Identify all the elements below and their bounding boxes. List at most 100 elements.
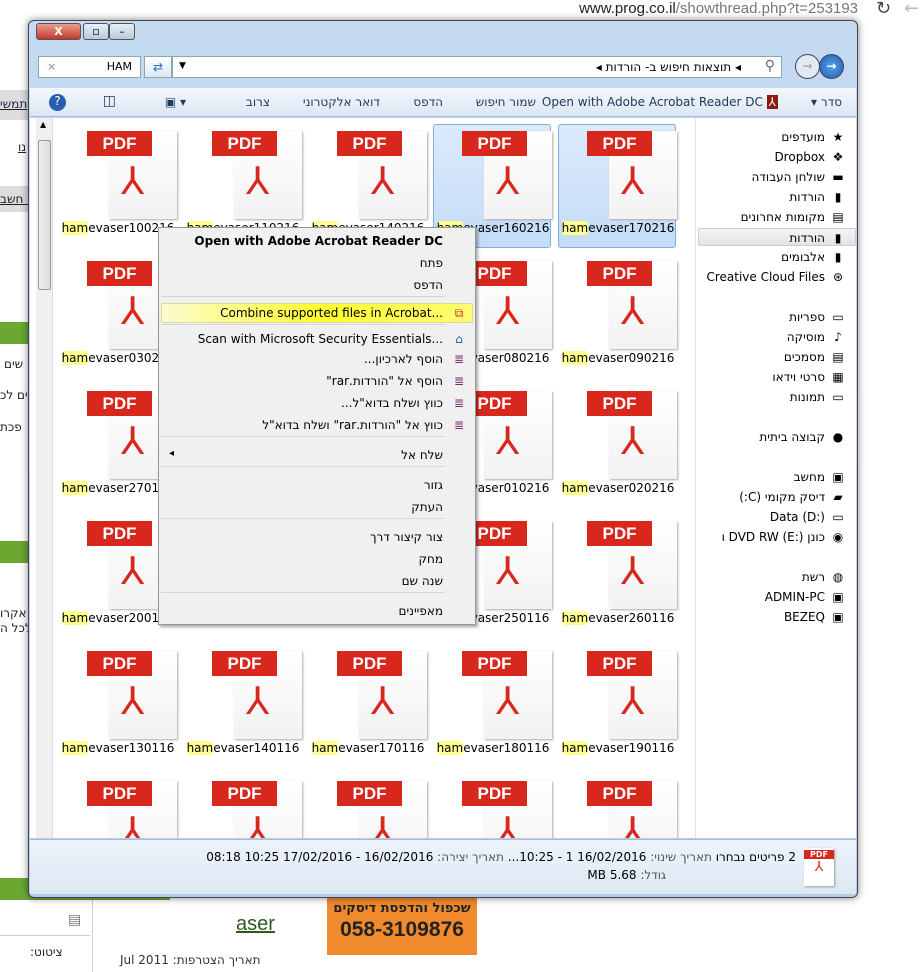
help-icon[interactable]: ? bbox=[49, 94, 66, 111]
address-bar[interactable]: ⚲ ◂ תוצאות חיפוש ב- הורדות ◂ ▼ bbox=[172, 56, 782, 78]
menu-item[interactable]: גזור bbox=[424, 474, 443, 496]
file-item[interactable]: PDF ⅄ hamevaser140116 bbox=[183, 644, 302, 768]
reload-icon[interactable]: ↻ bbox=[876, 0, 891, 19]
file-item[interactable]: PDF ⅄ hamevaser190116 bbox=[558, 644, 677, 768]
save-search-button[interactable]: שמור חיפוש bbox=[476, 95, 536, 109]
acrobat-symbol-icon: ⅄ bbox=[121, 289, 145, 333]
file-name: hamevaser170216 bbox=[559, 221, 677, 235]
file-item[interactable]: PDF ⅄ hamevaser020216 bbox=[558, 384, 677, 508]
nav-item[interactable]: ♪ מוסיקה bbox=[787, 328, 846, 346]
open-with-acrobat-button[interactable]: ⅄ Open with Adobe Acrobat Reader DC bbox=[542, 95, 778, 109]
close-button[interactable]: X bbox=[36, 23, 81, 40]
file-name: hamevaser140116 bbox=[184, 741, 302, 755]
nav-item-label: שולחן העבודה bbox=[751, 170, 825, 184]
file-item[interactable]: PDF ⅄ bbox=[58, 774, 177, 838]
menu-item[interactable]: ...Scan with Microsoft Security Essentia… bbox=[198, 328, 443, 350]
scrollbar-thumb[interactable] bbox=[38, 140, 51, 290]
nav-item-label: מועדפים bbox=[781, 130, 825, 144]
back-button[interactable]: → bbox=[819, 54, 844, 79]
scroll-up-icon[interactable]: ▲ bbox=[40, 120, 46, 129]
nav-item[interactable]: ▭ ספריות bbox=[789, 308, 846, 326]
menu-item[interactable]: צור קיצור דרך bbox=[370, 526, 443, 548]
change-view-button[interactable]: ▾ ▣ bbox=[165, 95, 186, 109]
nav-item[interactable]: ◉ כונן DVD RW (E:) ו bbox=[722, 528, 846, 546]
email-button[interactable]: דואר אלקטרוני bbox=[303, 95, 380, 109]
nav-item[interactable]: ⊛ Creative Cloud Files bbox=[706, 268, 846, 286]
organize-button[interactable]: סדר ▾ bbox=[811, 95, 842, 109]
file-item[interactable]: PDF ⅄ bbox=[558, 774, 677, 838]
nav-item[interactable]: ▭ Data (D:) bbox=[770, 508, 846, 526]
menu-item[interactable]: שנה שם bbox=[402, 570, 443, 592]
nav-item[interactable]: ★ מועדפים bbox=[781, 128, 846, 146]
nav-item[interactable]: ▣ מחשב bbox=[794, 468, 846, 486]
user-link[interactable]: aser bbox=[236, 913, 275, 936]
nav-item[interactable]: ▣ ADMIN-PC bbox=[765, 588, 846, 606]
breadcrumb[interactable]: ◂ תוצאות חיפוש ב- הורדות ◂ bbox=[596, 60, 741, 74]
url-text[interactable]: www.prog.co.il/showthread.php?t=253193 bbox=[579, 0, 858, 17]
file-item[interactable]: PDF ⅄ bbox=[308, 774, 427, 838]
nav-item[interactable]: ▤ מסמכים bbox=[784, 348, 846, 366]
homegroup-icon: ● bbox=[832, 430, 844, 444]
menu-item[interactable]: מחק bbox=[418, 548, 443, 570]
nav-item[interactable]: ▮ הורדות bbox=[789, 188, 846, 206]
bg-text: לכל ה bbox=[0, 621, 32, 635]
nav-item[interactable]: ▭ תמונות bbox=[790, 388, 846, 406]
burn-button[interactable]: צרוב bbox=[246, 95, 270, 109]
bg-link[interactable]: ו חשב bbox=[0, 192, 30, 206]
file-item[interactable]: PDF ⅄ hamevaser170216 bbox=[558, 124, 677, 248]
back-arrow-icon[interactable]: ← bbox=[904, 0, 919, 19]
nav-item[interactable]: ▮ הורדות bbox=[698, 228, 856, 246]
acrobat-symbol-icon: ⅄ bbox=[621, 679, 645, 723]
nav-item[interactable]: ▰ דיסק מקומי (C:) bbox=[739, 488, 846, 506]
search-input[interactable]: × HAM bbox=[38, 56, 141, 78]
nav-item[interactable]: ▤ מקומות אחרונים bbox=[741, 208, 846, 226]
browser-address-bar[interactable]: www.prog.co.il/showthread.php?t=253193 ↻… bbox=[0, 0, 920, 20]
file-item[interactable]: PDF ⅄ hamevaser180116 bbox=[433, 644, 552, 768]
nav-item[interactable]: ● קבוצה ביתית bbox=[759, 428, 846, 446]
menu-item[interactable]: שלח אל bbox=[401, 444, 443, 466]
file-item[interactable]: PDF ⅄ bbox=[183, 774, 302, 838]
menu-item[interactable]: ...Combine supported files in Acrobat bbox=[220, 302, 443, 324]
print-button[interactable]: הדפס bbox=[413, 95, 443, 109]
ad-banner[interactable]: שכפול והדפסת דיסקים 058-3109876 bbox=[327, 893, 477, 955]
file-item[interactable]: PDF ⅄ hamevaser260116 bbox=[558, 514, 677, 638]
file-item[interactable]: PDF ⅄ hamevaser090216 bbox=[558, 254, 677, 378]
file-name-rest: evaser090216 bbox=[588, 351, 675, 365]
menu-item[interactable]: Open with Adobe Acrobat Reader DC bbox=[194, 230, 443, 252]
maximize-button[interactable]: ▫ bbox=[83, 23, 109, 40]
pdf-badge: PDF bbox=[87, 781, 152, 806]
nav-item[interactable]: ◍ רשת bbox=[802, 568, 846, 586]
file-item[interactable]: PDF ⅄ bbox=[433, 774, 552, 838]
forward-button[interactable]: → bbox=[795, 54, 820, 79]
nav-item[interactable]: ▬ שולחן העבודה bbox=[752, 168, 846, 186]
nav-item[interactable]: ▦ סרטי וידאו bbox=[772, 368, 846, 386]
size-label: גודל: bbox=[640, 868, 666, 882]
acrobat-symbol-icon: ⅄ bbox=[496, 809, 520, 838]
menu-item[interactable]: הוסף לארכיון... bbox=[364, 348, 443, 370]
bg-link[interactable]: תמשי bbox=[0, 97, 27, 111]
file-item[interactable]: PDF ⅄ hamevaser130116 bbox=[58, 644, 177, 768]
winrar-icon: ≣ bbox=[453, 374, 465, 388]
file-item[interactable]: PDF ⅄ hamevaser170116 bbox=[308, 644, 427, 768]
menu-item[interactable]: כווץ אל "הורדות.rar" ושלח בדוא"ל bbox=[262, 414, 443, 436]
menu-item[interactable]: מאפיינים bbox=[399, 600, 443, 622]
menu-separator bbox=[161, 518, 445, 519]
menu-item[interactable]: כווץ ושלח בדוא"ל... bbox=[341, 392, 443, 414]
acrobat-icon: ⅄ bbox=[766, 95, 778, 109]
menu-item[interactable]: העתק bbox=[411, 496, 443, 518]
chevron-down-icon[interactable]: ▼ bbox=[179, 61, 186, 71]
menu-item[interactable]: פתח bbox=[420, 252, 443, 274]
menu-item[interactable]: הדפס bbox=[413, 274, 443, 296]
toolbar: סדר ▾ ⅄ Open with Adobe Acrobat Reader D… bbox=[30, 87, 856, 117]
vertical-scrollbar[interactable]: ▲ bbox=[36, 118, 53, 838]
menu-item[interactable]: הוסף אל "הורדות.rar" bbox=[326, 370, 443, 392]
preview-pane-icon[interactable]: ◫ bbox=[103, 93, 116, 109]
nav-item[interactable]: ▣ BEZEQ bbox=[784, 608, 846, 626]
nav-item[interactable]: ❖ Dropbox bbox=[774, 148, 846, 166]
nav-item[interactable]: ▮ אלבומים bbox=[781, 248, 846, 266]
pdf-badge: PDF bbox=[87, 391, 152, 416]
minimize-button[interactable]: – bbox=[109, 23, 135, 40]
refresh-button[interactable]: ⇄ bbox=[144, 56, 172, 78]
clear-search-icon[interactable]: × bbox=[47, 60, 56, 73]
bg-link[interactable]: נו bbox=[18, 140, 26, 154]
